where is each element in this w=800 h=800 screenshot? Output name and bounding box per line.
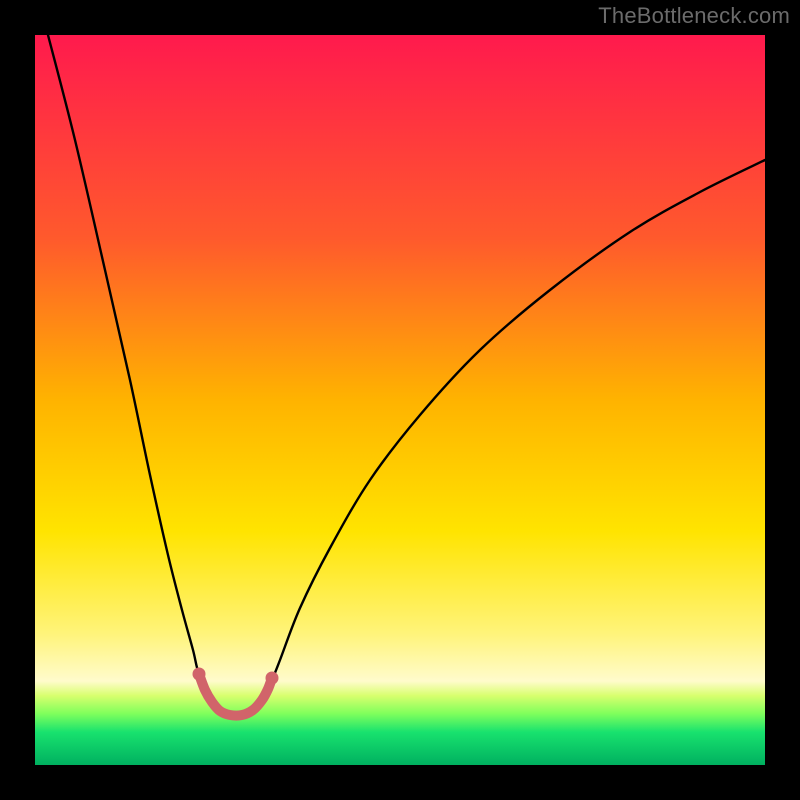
endpoint-dot <box>266 672 279 685</box>
chart-frame: TheBottleneck.com <box>0 0 800 800</box>
bottleneck-chart <box>0 0 800 800</box>
endpoint-dot <box>193 668 206 681</box>
plot-background <box>35 35 765 765</box>
